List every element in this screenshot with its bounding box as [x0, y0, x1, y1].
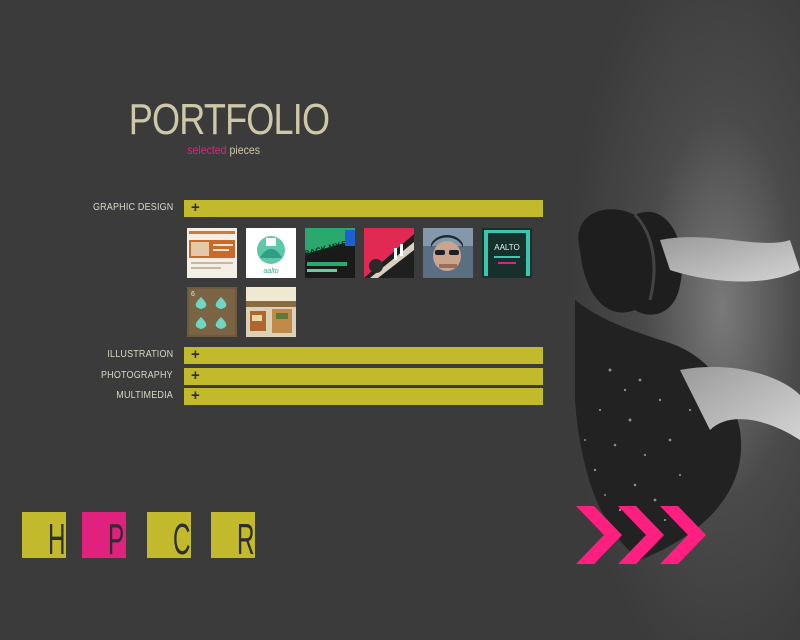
section-label: ILLUSTRATION: [106, 349, 173, 360]
section-toggle-bar-multimedia[interactable]: +: [184, 387, 543, 405]
portfolio-header: PORTFOLIO selected pieces: [100, 95, 330, 157]
nav-letter: R: [237, 515, 255, 564]
section-label: PHOTOGRAPHY: [101, 370, 173, 381]
section-toggle-bar-graphic-design[interactable]: +: [184, 199, 543, 217]
subtitle-accent: selected: [187, 143, 227, 157]
nav-tile-r[interactable]: R: [211, 512, 255, 562]
next-arrow-graphic: [576, 506, 706, 564]
nav-tile-h[interactable]: H: [22, 512, 66, 562]
section-toggle-bar-illustration[interactable]: +: [184, 346, 543, 364]
plus-icon: +: [191, 367, 200, 384]
section-label: GRAPHIC DESIGN: [92, 202, 173, 213]
thumbnail-back-my-poster[interactable]: BACK.MY.PI: [305, 228, 355, 278]
thumbnail-aalto-logo-teal[interactable]: AALTO: [482, 228, 532, 278]
thumbnail-card-spades[interactable]: 6: [187, 287, 237, 337]
subtitle-rest: pieces: [229, 143, 260, 157]
svg-text:6: 6: [191, 291, 195, 298]
thumb-aalto-text: AALTO: [494, 243, 520, 252]
nav-tile-c[interactable]: C: [147, 512, 191, 562]
plus-icon: +: [191, 387, 200, 404]
thumbnail-aalto-logo-green[interactable]: aalto: [246, 228, 296, 278]
nav-tile-p[interactable]: P: [82, 512, 126, 562]
section-toggle-bar-photography[interactable]: +: [184, 367, 543, 385]
nav-letter: C: [173, 515, 191, 564]
page-subtitle: selected pieces: [119, 144, 260, 156]
nav-letter: P: [108, 515, 125, 564]
section-multimedia: MULTIMEDIA +: [60, 387, 543, 405]
plus-icon: +: [191, 346, 200, 363]
svg-text:aalto: aalto: [263, 268, 278, 275]
plus-icon: +: [191, 199, 200, 216]
section-label: MULTIMEDIA: [116, 390, 173, 401]
thumbnail-interior-photo[interactable]: [246, 287, 296, 337]
section-photography: PHOTOGRAPHY +: [60, 367, 543, 385]
thumbnail-web-layout[interactable]: [187, 228, 237, 278]
thumbnail-portrait-photo[interactable]: [423, 228, 473, 278]
page-title: PORTFOLIO: [128, 95, 330, 144]
nav-letter: H: [48, 515, 66, 564]
section-illustration: ILLUSTRATION +: [60, 346, 543, 364]
section-graphic-design: GRAPHIC DESIGN +: [60, 199, 543, 217]
triple-chevron-right-icon[interactable]: [576, 506, 716, 564]
thumbnail-red-poster[interactable]: [364, 228, 414, 278]
